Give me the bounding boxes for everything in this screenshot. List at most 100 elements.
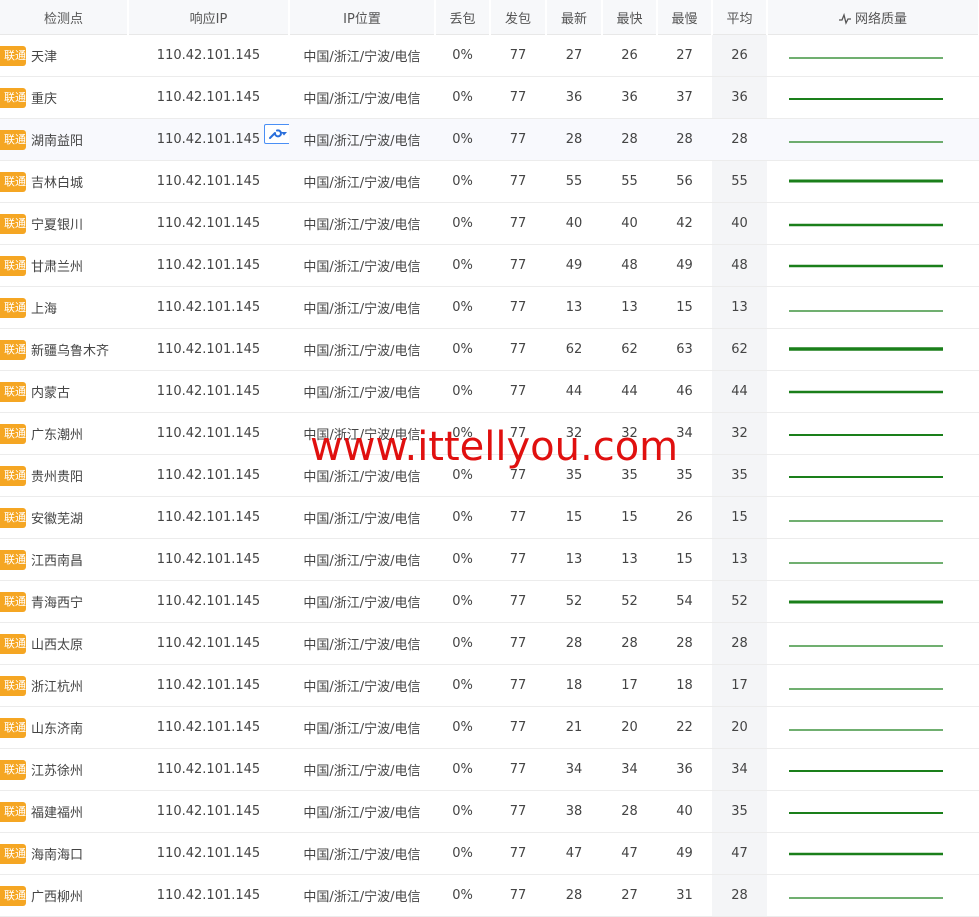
loss-value: 0%	[435, 790, 490, 833]
node-cell: 联通 上海	[0, 286, 128, 329]
quality-sparkline	[789, 519, 943, 522]
slowest-value: 54	[657, 580, 712, 623]
isp-badge: 联通	[0, 843, 26, 864]
isp-badge: 联通	[0, 465, 26, 486]
table-row[interactable]: 联通 湖南益阳 110.42.101.145 中国/浙江/宁波/电信 0% 77 28 28 2…	[0, 118, 979, 161]
quality-cell	[767, 160, 979, 203]
ip-cell: 110.42.101.145	[128, 412, 289, 455]
ip-cell: 110.42.101.145	[128, 454, 289, 497]
loss-value: 0%	[435, 706, 490, 749]
table-row[interactable]: 联通 吉林白城 110.42.101.145 中国/浙江/宁波/电信 0% 77 55 55 5…	[0, 160, 979, 203]
col-slowest-header[interactable]: 最慢	[657, 0, 713, 35]
node-cell: 联通 广西柳州	[0, 874, 128, 917]
table-row[interactable]: 联通 山西太原 110.42.101.145 中国/浙江/宁波/电信 0% 77 28 28 2…	[0, 622, 979, 665]
col-sent-header[interactable]: 发包	[490, 0, 547, 35]
loss-value: 0%	[435, 34, 490, 77]
table-row[interactable]: 联通 广东潮州 110.42.101.145 中国/浙江/宁波/电信 0% 77 32 32 3…	[0, 412, 979, 455]
quality-cell	[767, 622, 979, 665]
fastest-value: 47	[602, 832, 657, 875]
table-row[interactable]: 联通 新疆乌鲁木齐 110.42.101.145 中国/浙江/宁波/电信 0% 77 62 6…	[0, 328, 979, 371]
table-row[interactable]: 联通 甘肃兰州 110.42.101.145 中国/浙江/宁波/电信 0% 77 49 48 4…	[0, 244, 979, 287]
node-cell: 联通 江西南昌	[0, 538, 128, 581]
isp-badge: 联通	[0, 171, 26, 192]
node-cell: 联通 安徽芜湖	[0, 496, 128, 539]
latest-value: 28	[546, 874, 602, 917]
table-row[interactable]: 联通 内蒙古 110.42.101.145 中国/浙江/宁波/电信 0% 77 44 44 46…	[0, 370, 979, 413]
ping-results-table: 检测点 响应IP IP位置 丢包 发包 最新 最快 最慢 平均 网络质量 联通天…	[0, 0, 979, 917]
ip-cell: 110.42.101.145	[128, 790, 289, 833]
table-row[interactable]: 联通 上海 110.42.101.145 中国/浙江/宁波/电信 0% 77 13 13 15 1…	[0, 286, 979, 329]
response-ip: 110.42.101.145	[156, 342, 261, 357]
table-row[interactable]: 联通 海南海口 110.42.101.145 中国/浙江/宁波/电信 0% 77 47 47 4…	[0, 832, 979, 875]
col-loss-header[interactable]: 丢包	[435, 0, 491, 35]
isp-badge: 联通	[0, 255, 26, 276]
ip-location: 中国/浙江/宁波/电信	[289, 832, 435, 875]
loss-value: 0%	[435, 202, 490, 245]
table-row[interactable]: 联通 重庆 110.42.101.145 中国/浙江/宁波/电信 0% 77 36 36 37 3…	[0, 76, 979, 119]
table-row[interactable]: 联通 广西柳州 110.42.101.145 中国/浙江/宁波/电信 0% 77 28 27 3…	[0, 874, 979, 917]
isp-badge: 联通	[0, 549, 26, 570]
fastest-value: 32	[602, 412, 657, 455]
slowest-value: 42	[657, 202, 712, 245]
col-location-header[interactable]: IP位置	[289, 0, 436, 35]
response-ip: 110.42.101.145	[156, 216, 261, 231]
ip-cell: 110.42.101.145	[128, 328, 289, 371]
ip-location: 中国/浙江/宁波/电信	[289, 580, 435, 623]
ip-cell: 110.42.101.145	[128, 580, 289, 623]
response-ip: 110.42.101.145	[156, 300, 261, 315]
fastest-value: 55	[602, 160, 657, 203]
avg-value: 26	[712, 34, 767, 77]
table-row[interactable]: 联通 贵州贵阳 110.42.101.145 中国/浙江/宁波/电信 0% 77 35 35 3…	[0, 454, 979, 497]
table-row[interactable]: 联通 安徽芜湖 110.42.101.145 中国/浙江/宁波/电信 0% 77 15 15 2…	[0, 496, 979, 539]
quality-sparkline	[789, 309, 943, 312]
ip-location: 中国/浙江/宁波/电信	[289, 328, 435, 371]
avg-value: 52	[712, 580, 767, 623]
col-fastest-header[interactable]: 最快	[602, 0, 658, 35]
col-ip-header[interactable]: 响应IP	[128, 0, 290, 35]
fastest-value: 27	[602, 874, 657, 917]
col-quality-header[interactable]: 网络质量	[767, 0, 979, 35]
table-row[interactable]: 联通 山东济南 110.42.101.145 中国/浙江/宁波/电信 0% 77 21 20 2…	[0, 706, 979, 749]
tool-button[interactable]	[264, 124, 289, 144]
isp-badge: 联通	[0, 675, 26, 696]
ip-location: 中国/浙江/宁波/电信	[289, 244, 435, 287]
avg-value: 13	[712, 538, 767, 581]
table-row[interactable]: 联通 江西南昌 110.42.101.145 中国/浙江/宁波/电信 0% 77 13 13 1…	[0, 538, 979, 581]
table-row[interactable]: 联通 青海西宁 110.42.101.145 中国/浙江/宁波/电信 0% 77 52 52 5…	[0, 580, 979, 623]
avg-value: 15	[712, 496, 767, 539]
col-avg-header[interactable]: 平均	[712, 0, 768, 35]
response-ip: 110.42.101.145	[156, 636, 261, 651]
table-row[interactable]: 联通 天津 110.42.101.145 中国/浙江/宁波/电信 0% 77 27 26 27 2…	[0, 34, 979, 77]
ip-cell: 110.42.101.145	[128, 202, 289, 245]
table-row[interactable]: 联通 浙江杭州 110.42.101.145 中国/浙江/宁波/电信 0% 77 18 17 1…	[0, 664, 979, 707]
node-cell: 联通 宁夏银川	[0, 202, 128, 245]
ip-cell: 110.42.101.145	[128, 874, 289, 917]
table-row[interactable]: 联通 福建福州 110.42.101.145 中国/浙江/宁波/电信 0% 77 38 28 4…	[0, 790, 979, 833]
table-row[interactable]: 联通 宁夏银川 110.42.101.145 中国/浙江/宁波/电信 0% 77 40 40 4…	[0, 202, 979, 245]
isp-badge: 联通	[0, 801, 26, 822]
quality-sparkline	[789, 561, 943, 564]
ip-location: 中国/浙江/宁波/电信	[289, 370, 435, 413]
avg-value: 13	[712, 286, 767, 329]
node-city: 宁夏银川	[31, 218, 84, 233]
node-cell: 联通 山西太原	[0, 622, 128, 665]
latest-value: 32	[546, 412, 602, 455]
ip-location: 中国/浙江/宁波/电信	[289, 412, 435, 455]
slowest-value: 22	[657, 706, 712, 749]
slowest-value: 35	[657, 454, 712, 497]
col-latest-header[interactable]: 最新	[546, 0, 603, 35]
quality-sparkline	[789, 433, 943, 436]
table-row[interactable]: 联通 江苏徐州 110.42.101.145 中国/浙江/宁波/电信 0% 77 34 34 3…	[0, 748, 979, 791]
loss-value: 0%	[435, 496, 490, 539]
isp-badge: 联通	[0, 717, 26, 738]
loss-value: 0%	[435, 328, 490, 371]
node-cell: 联通 青海西宁	[0, 580, 128, 623]
col-node-header[interactable]: 检测点	[0, 0, 129, 35]
response-ip: 110.42.101.145	[156, 888, 261, 903]
sent-value: 77	[490, 76, 546, 119]
ip-location: 中国/浙江/宁波/电信	[289, 748, 435, 791]
quality-sparkline	[789, 223, 943, 226]
node-city: 浙江杭州	[31, 680, 84, 695]
quality-cell	[767, 874, 979, 917]
quality-sparkline	[789, 346, 943, 351]
